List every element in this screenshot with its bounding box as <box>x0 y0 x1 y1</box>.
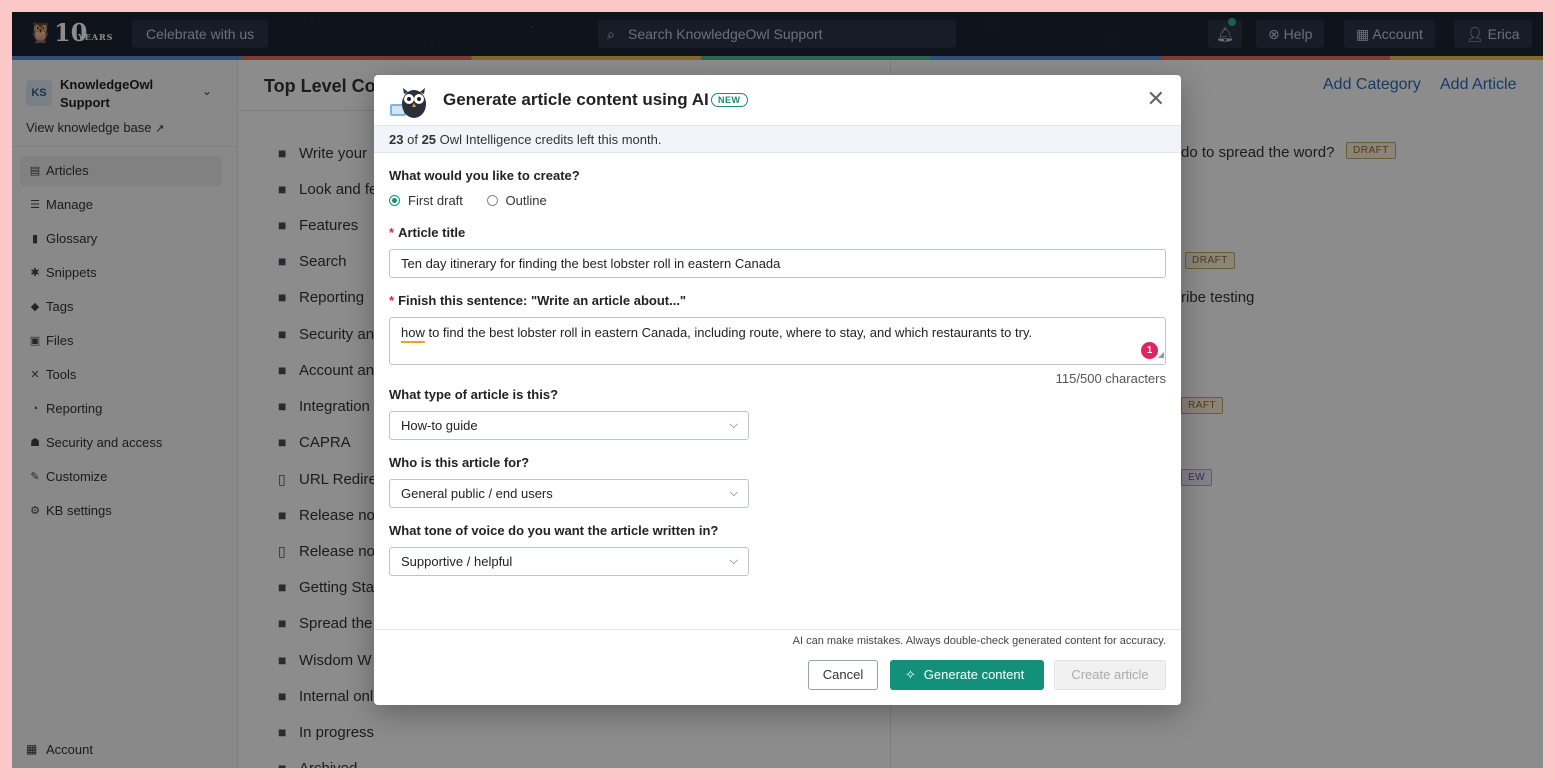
grammar-error-badge[interactable]: 1 <box>1141 342 1158 359</box>
audience-select[interactable]: General public / end users ⌵ <box>389 479 749 508</box>
chevron-down-icon: ⌵ <box>729 555 738 567</box>
create-type-label: What would you like to create? <box>389 168 580 183</box>
tone-label: What tone of voice do you want the artic… <box>389 523 719 538</box>
audience-label: Who is this article for? <box>389 455 530 470</box>
credits-banner: 23 of 25 Owl Intelligence credits left t… <box>374 126 1181 153</box>
magic-wand-icon: ✧ <box>905 667 916 682</box>
tone-select[interactable]: Supportive / helpful ⌵ <box>389 547 749 576</box>
owl-mascot-icon <box>390 88 426 118</box>
dialog-title: Generate article content using AI <box>443 90 709 109</box>
article-type-select[interactable]: How-to guide ⌵ <box>389 411 749 440</box>
close-icon[interactable]: ✕ <box>1147 87 1165 111</box>
generate-content-button[interactable]: ✧ Generate content <box>890 660 1044 690</box>
create-article-button[interactable]: Create article <box>1054 660 1166 690</box>
character-count: 115/500 characters <box>1055 371 1166 386</box>
chevron-down-icon: ⌵ <box>729 487 738 499</box>
dialog-footer-divider <box>374 629 1181 630</box>
generate-ai-content-dialog: Generate article content using AI NEW ✕ … <box>374 75 1181 705</box>
new-badge: NEW <box>711 93 748 107</box>
outline-radio[interactable]: Outline <box>486 193 547 208</box>
dialog-header: Generate article content using AI NEW ✕ <box>374 75 1181 126</box>
chevron-down-icon: ⌵ <box>729 419 738 431</box>
required-asterisk: * <box>389 293 395 308</box>
spellcheck-word[interactable]: how <box>401 325 425 340</box>
ai-disclaimer: AI can make mistakes. Always double-chec… <box>792 635 1166 647</box>
article-title-input[interactable]: Ten day itinerary for finding the best l… <box>389 249 1166 278</box>
sentence-label: * Finish this sentence: "Write an article… <box>389 293 687 308</box>
create-type-radio-group: First draft Outline <box>389 193 567 208</box>
article-about-textarea[interactable]: how to find the best lobster roll in eas… <box>389 317 1166 365</box>
article-type-label: What type of article is this? <box>389 387 559 402</box>
required-asterisk: * <box>389 225 395 240</box>
article-title-label: * Article title <box>389 225 466 240</box>
cancel-button[interactable]: Cancel <box>808 660 878 690</box>
resize-handle-icon[interactable]: ◢ <box>1158 347 1164 363</box>
first-draft-radio[interactable]: First draft <box>389 193 463 208</box>
